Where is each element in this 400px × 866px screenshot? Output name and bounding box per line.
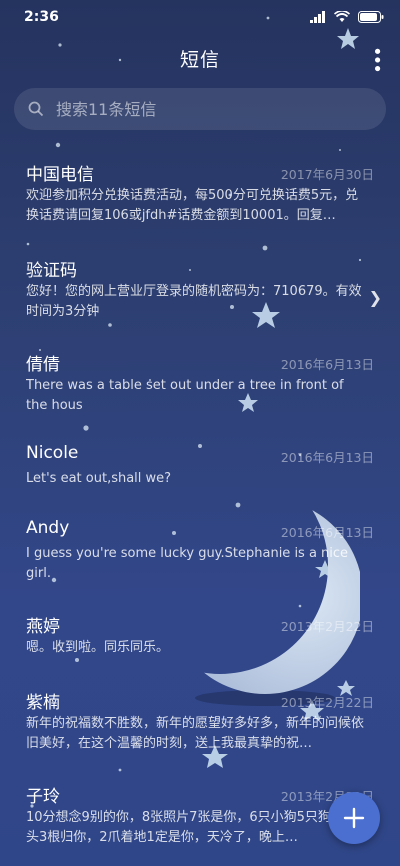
contact-name: 紫楠: [26, 693, 60, 713]
message-date: 2016年6月13日: [280, 450, 374, 465]
contact-name: 燕婷: [26, 617, 60, 637]
message-date: 2017年6月30日: [280, 167, 374, 182]
message-preview: 欢迎参加积分兑换话费活动，每500分可兑换话费5元，兑换话费请回复106或jfd…: [26, 188, 359, 223]
contact-name: 倩倩: [26, 355, 60, 375]
message-preview: There was a table set out under a tree i…: [26, 378, 344, 413]
contact-name: Nicole: [26, 443, 79, 463]
status-time: 2:36: [24, 9, 59, 25]
message-item[interactable]: 燕婷 2013年2月22日 嗯。收到啦。同乐同乐。: [0, 602, 400, 678]
search-bar[interactable]: [14, 88, 386, 130]
battery-icon: [358, 11, 384, 23]
plus-icon: [343, 807, 365, 829]
message-item[interactable]: 中国电信 2017年6月30日 欢迎参加积分兑换话费活动，每500分可兑换话费5…: [0, 150, 400, 226]
message-date: 2016年6月13日: [280, 525, 374, 540]
message-item[interactable]: 紫楠 2013年2月22日 新年的祝福数不胜数，新年的愿望好多好多，新年的问候依…: [0, 678, 400, 754]
status-bar: 2:36: [0, 0, 400, 34]
search-icon: [28, 101, 44, 117]
status-icons: [310, 11, 384, 23]
message-item[interactable]: Andy 2016年6月13日 I guess you're some luck…: [0, 508, 400, 584]
message-date: 2013年2月22日: [280, 695, 374, 710]
message-preview: 10分想念9别的你，8张照片7张是你，6只小狗5只狗4根骨头3根归你，2爪着地1…: [26, 810, 366, 845]
search-input[interactable]: [54, 98, 358, 120]
message-date: 2016年6月13日: [280, 357, 374, 372]
chevron-right-icon[interactable]: ❯: [369, 288, 382, 307]
contact-name: 中国电信: [26, 165, 94, 185]
message-date: 2013年2月22日: [280, 619, 374, 634]
message-preview: Let's eat out,shall we?: [26, 471, 172, 486]
wifi-icon: [334, 11, 350, 22]
app-header: 短信 •••: [0, 38, 400, 78]
message-preview: 新年的祝福数不胜数，新年的愿望好多好多，新年的问候依旧美好，在这个温馨的时刻，送…: [26, 716, 365, 751]
message-item[interactable]: Nicole 2016年6月13日 Let's eat out,shall we…: [0, 433, 400, 509]
contact-name: 验证码: [26, 261, 77, 281]
message-preview: 您好！您的网上营业厅登录的随机密码为：710679。有效时间为3分钟: [26, 284, 362, 319]
message-item[interactable]: 验证码 您好！您的网上营业厅登录的随机密码为：710679。有效时间为3分钟 ❯: [0, 246, 400, 322]
contact-name: 子玲: [26, 787, 60, 807]
message-preview: I guess you're some lucky guy.Stephanie …: [26, 546, 349, 581]
page-title: 短信: [179, 48, 220, 71]
message-item[interactable]: 倩倩 2016年6月13日 There was a table set out …: [0, 340, 400, 416]
more-vertical-icon[interactable]: •••: [366, 46, 387, 72]
contact-name: Andy: [26, 518, 70, 538]
signal-icon: [310, 11, 325, 23]
new-message-button[interactable]: [328, 792, 380, 844]
message-preview: 嗯。收到啦。同乐同乐。: [26, 640, 170, 655]
